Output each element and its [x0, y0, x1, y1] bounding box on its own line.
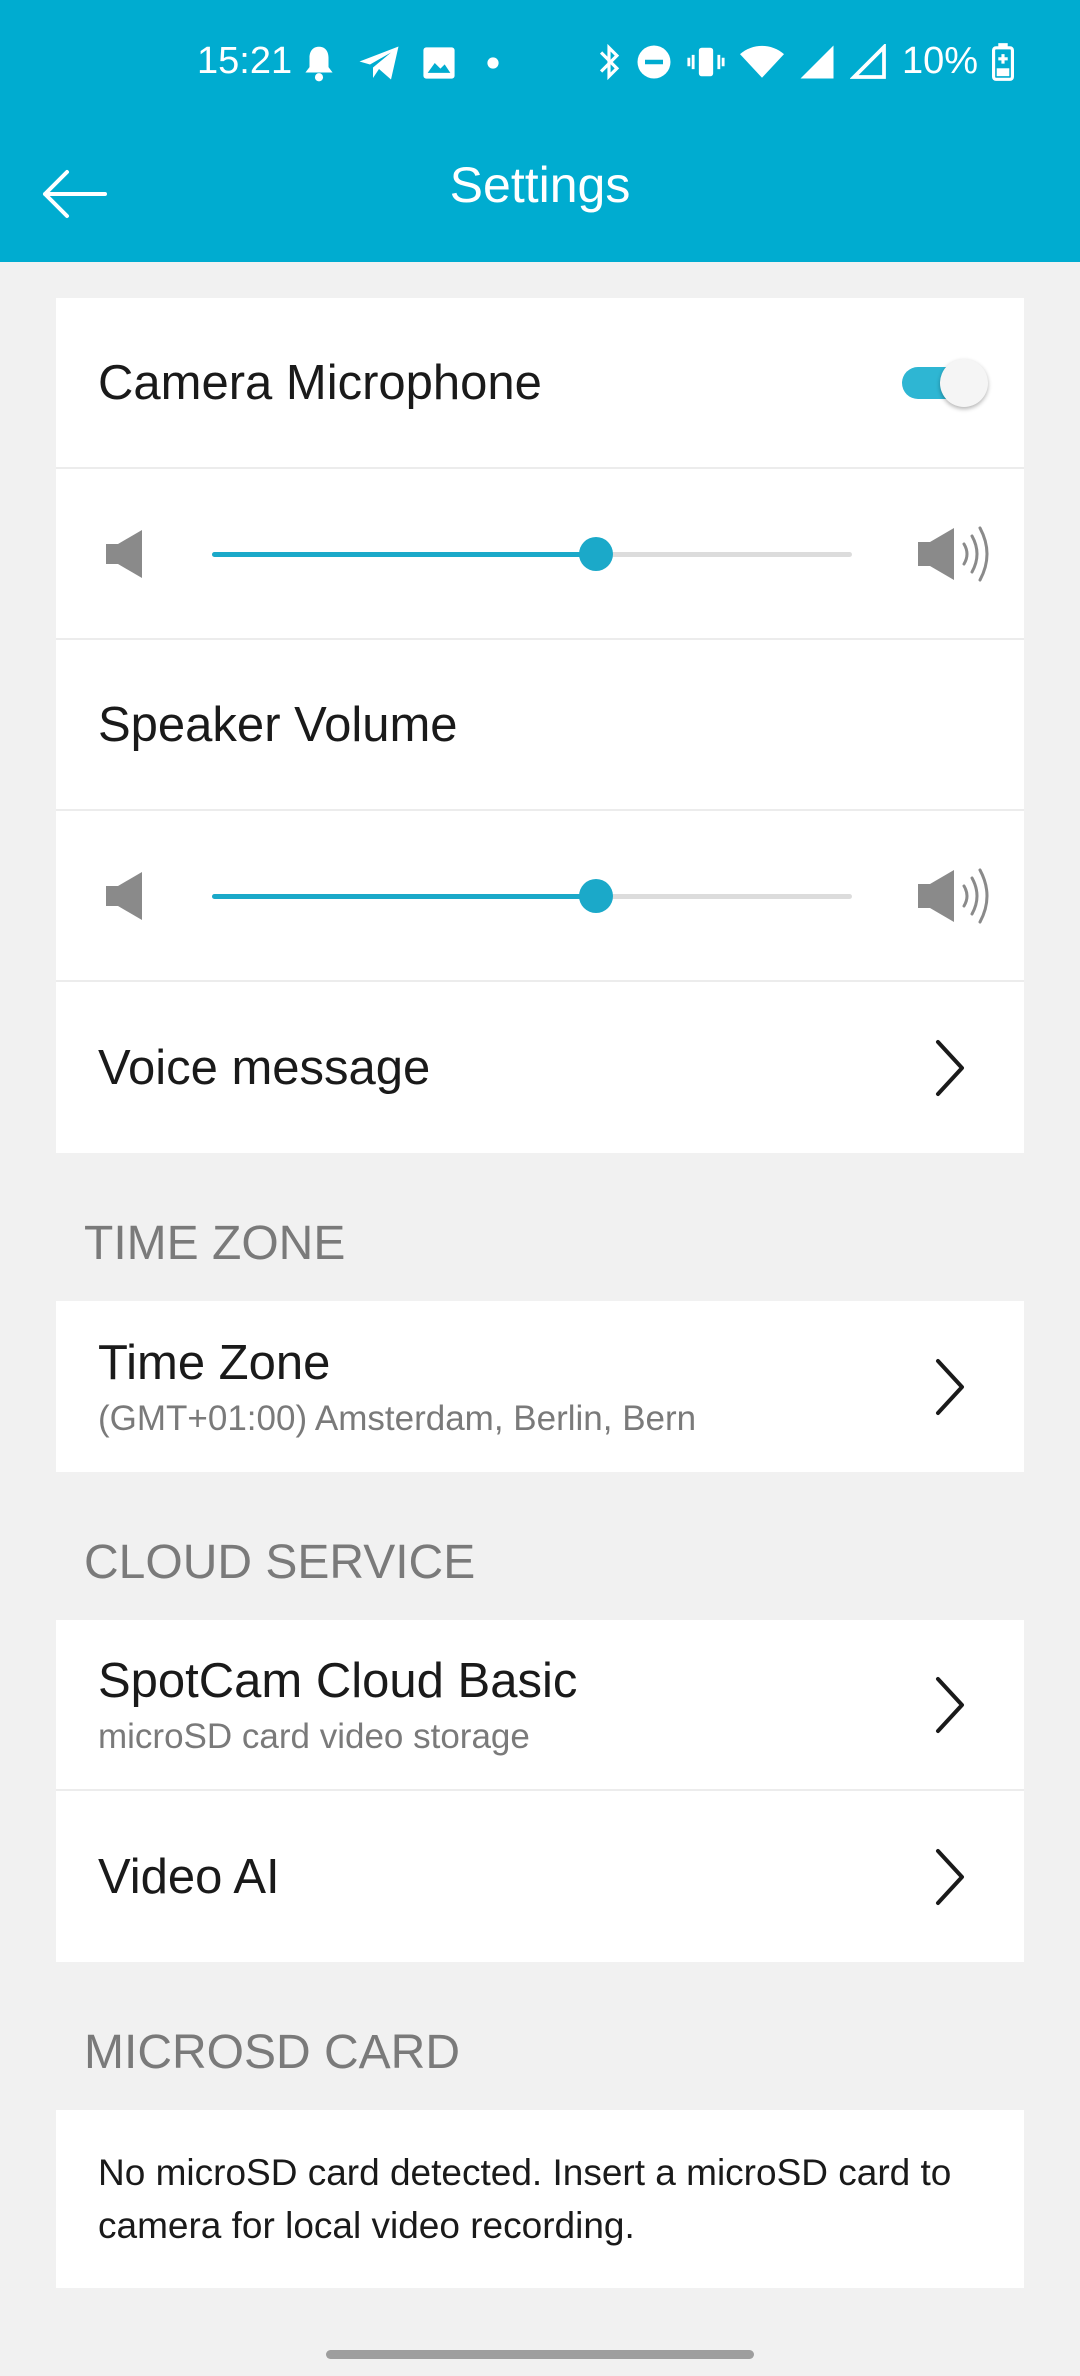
cloud-service-section-header: CLOUD SERVICE: [84, 1536, 476, 1589]
speaker-volume-row: Speaker Volume: [56, 640, 1024, 811]
volume-high-icon: [918, 868, 989, 923]
camera-microphone-label: Camera Microphone: [98, 355, 542, 410]
audio-settings-card: Camera Microphone Speaker Volume Voice m…: [56, 298, 1024, 1153]
time-zone-value: (GMT+01:00) Amsterdam, Berlin, Bern: [98, 1398, 697, 1438]
speaker-volume-label: Speaker Volume: [98, 697, 458, 752]
speaker-volume-slider-row: [56, 811, 1024, 982]
battery-icon: [992, 42, 1014, 81]
speaker-volume-slider[interactable]: [212, 876, 852, 916]
bell-icon: [305, 46, 333, 82]
bluetooth-icon: [599, 43, 620, 80]
time-zone-card: Time Zone (GMT+01:00) Amsterdam, Berlin,…: [56, 1301, 1024, 1472]
camera-microphone-row: Camera Microphone: [56, 298, 1024, 469]
spotcam-cloud-basic-row[interactable]: SpotCam Cloud Basic microSD card video s…: [56, 1620, 1024, 1791]
chevron-right-icon: [936, 1358, 964, 1415]
status-bar: 15:21 10%: [0, 0, 1080, 122]
slider-fill: [212, 893, 596, 899]
cloud-service-card: SpotCam Cloud Basic microSD card video s…: [56, 1620, 1024, 1962]
time-zone-label: Time Zone: [98, 1335, 331, 1390]
microphone-volume-slider[interactable]: [212, 534, 852, 574]
system-icons: 10%: [596, 40, 1014, 83]
home-handle[interactable]: [326, 2350, 754, 2359]
dot-icon: [487, 57, 499, 69]
slider-fill: [212, 551, 596, 557]
volume-low-icon: [106, 529, 142, 578]
volume-low-icon: [106, 871, 142, 920]
microsd-message: No microSD card detected. Insert a micro…: [98, 2152, 952, 2246]
microphone-volume-row: [56, 469, 1024, 640]
time-zone-row[interactable]: Time Zone (GMT+01:00) Amsterdam, Berlin,…: [56, 1301, 1024, 1472]
vibrate-icon: [687, 47, 725, 76]
settings-content: Camera Microphone Speaker Volume Voice m…: [56, 298, 1024, 2288]
voice-message-label: Voice message: [98, 1040, 431, 1095]
app-bar: Settings: [0, 122, 1080, 262]
battery-percent: 10%: [901, 40, 978, 82]
signal-icon: [849, 43, 886, 79]
wifi-icon: [739, 45, 784, 78]
telegram-icon: [359, 46, 399, 80]
toggle-thumb: [940, 358, 988, 407]
gesture-nav-bar: [0, 2326, 1080, 2376]
voice-message-row[interactable]: Voice message: [56, 982, 1024, 1153]
spotcam-cloud-basic-sub: microSD card video storage: [98, 1716, 530, 1756]
slider-thumb[interactable]: [579, 878, 613, 913]
video-ai-row[interactable]: Video AI: [56, 1791, 1024, 1962]
slider-thumb[interactable]: [579, 536, 613, 571]
image-icon: [423, 47, 455, 79]
chevron-right-icon: [936, 1848, 964, 1905]
video-ai-label: Video AI: [98, 1849, 280, 1904]
signal-icon: [800, 45, 834, 78]
volume-high-icon: [918, 526, 989, 581]
status-time: 15:21: [197, 40, 293, 82]
notification-icons: [302, 44, 508, 82]
chevron-right-icon: [936, 1039, 964, 1096]
camera-microphone-toggle[interactable]: [902, 358, 988, 407]
time-zone-section-header: TIME ZONE: [84, 1217, 346, 1270]
microsd-card: No microSD card detected. Insert a micro…: [56, 2110, 1024, 2288]
microsd-section-header: MICROSD CARD: [84, 2026, 461, 2079]
chevron-right-icon: [936, 1676, 964, 1733]
spotcam-cloud-basic-label: SpotCam Cloud Basic: [98, 1653, 578, 1708]
page-title: Settings: [449, 157, 631, 213]
do-not-disturb-icon: [637, 45, 671, 78]
